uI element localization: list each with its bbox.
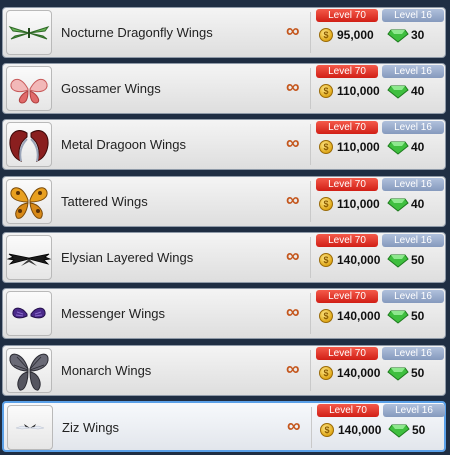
item-name: Ziz Wings [62,420,120,435]
gem-icon [388,424,410,438]
gem-price: 50 [411,366,425,380]
duration-infinity: ∞ [286,77,300,98]
list-item[interactable]: Tattered Wings ∞ Level 70 Level 16 $ 110… [2,176,446,227]
gold-price: 140,000 [337,366,381,380]
gold-coin-icon: $ [319,366,333,380]
gold-coin-icon: $ [319,140,333,154]
gem-price: 30 [411,28,425,42]
gold-price: 110,000 [337,84,380,98]
level-badge: Level 70 [316,9,378,22]
gem-price: 50 [412,423,426,437]
duration-infinity: ∞ [286,359,300,380]
gem-icon [387,141,409,155]
gold-price: 140,000 [337,309,381,323]
list-item[interactable]: Messenger Wings ∞ Level 70 Level 16 $ 14… [2,288,446,339]
duration-infinity: ∞ [287,416,301,437]
duration-infinity: ∞ [286,21,300,42]
list-item[interactable]: Gossamer Wings ∞ Level 70 Level 16 $ 110… [2,63,446,114]
list-item-selected[interactable]: Ziz Wings ∞ Level 70 Level 16 $ 140,000 … [2,401,446,452]
gossamer-wings-icon [6,66,52,111]
gem-icon [387,367,409,381]
list-item[interactable]: Metal Dragoon Wings ∞ Level 70 Level 16 … [2,119,446,170]
dragonfly-wings-icon [6,10,52,55]
level-badge: Level 70 [316,234,378,247]
gold-coin-icon: $ [319,253,333,267]
elysian-layered-wings-icon [6,235,52,280]
monarch-wings-icon [6,348,52,393]
level-badge: Level 70 [316,65,378,78]
level-badge: Level 70 [316,290,378,303]
tattered-wings-icon [6,179,52,224]
wings-shop-list: Nocturne Dragonfly Wings ∞ Level 70 Leve… [0,0,450,455]
divider [310,124,311,165]
gold-price: 95,000 [337,28,374,42]
gold-price: 140,000 [337,253,381,267]
alt-level-badge: Level 16 [382,347,444,360]
gem-price: 40 [411,197,425,211]
ziz-wings-icon [7,405,53,450]
gold-price: 140,000 [338,423,382,437]
divider [311,407,312,448]
list-item[interactable]: Monarch Wings ∞ Level 70 Level 16 $ 140,… [2,345,446,396]
divider [310,12,311,53]
item-name: Nocturne Dragonfly Wings [61,25,213,40]
item-name: Metal Dragoon Wings [61,137,186,152]
gold-coin-icon: $ [319,84,333,98]
metal-dragoon-wings-icon [6,122,52,167]
alt-level-badge: Level 16 [382,65,444,78]
gold-coin-icon: $ [319,309,333,323]
divider [310,350,311,391]
level-badge: Level 70 [316,347,378,360]
gold-coin-icon: $ [320,423,334,437]
item-name: Messenger Wings [61,306,166,321]
gem-icon [387,29,409,43]
messenger-wings-icon [6,291,52,336]
divider [310,68,311,109]
alt-level-badge: Level 16 [382,9,444,22]
gem-icon [387,198,409,212]
gold-price: 110,000 [337,140,380,154]
gold-price: 110,000 [337,197,380,211]
duration-infinity: ∞ [286,302,300,323]
gem-price: 50 [411,309,425,323]
gold-coin-icon: $ [319,197,333,211]
duration-infinity: ∞ [286,190,300,211]
item-name: Monarch Wings [61,363,152,378]
gem-price: 40 [411,140,425,154]
item-name: Elysian Layered Wings [61,250,194,265]
list-item[interactable]: Nocturne Dragonfly Wings ∞ Level 70 Leve… [2,7,446,58]
gem-icon [387,254,409,268]
gem-icon [387,85,409,99]
alt-level-badge: Level 16 [383,404,445,417]
alt-level-badge: Level 16 [382,121,444,134]
divider [310,237,311,278]
gem-price: 50 [411,253,425,267]
alt-level-badge: Level 16 [382,178,444,191]
divider [310,181,311,222]
list-item[interactable]: Elysian Layered Wings ∞ Level 70 Level 1… [2,232,446,283]
item-name: Gossamer Wings [61,81,161,96]
alt-level-badge: Level 16 [382,290,444,303]
duration-infinity: ∞ [286,133,300,154]
gold-coin-icon: $ [319,28,333,42]
duration-infinity: ∞ [286,246,300,267]
level-badge: Level 70 [316,178,378,191]
gem-price: 40 [411,84,425,98]
divider [310,293,311,334]
gem-icon [387,310,409,324]
level-badge: Level 70 [316,121,378,134]
item-name: Tattered Wings [61,194,148,209]
level-badge: Level 70 [317,404,379,417]
alt-level-badge: Level 16 [382,234,444,247]
